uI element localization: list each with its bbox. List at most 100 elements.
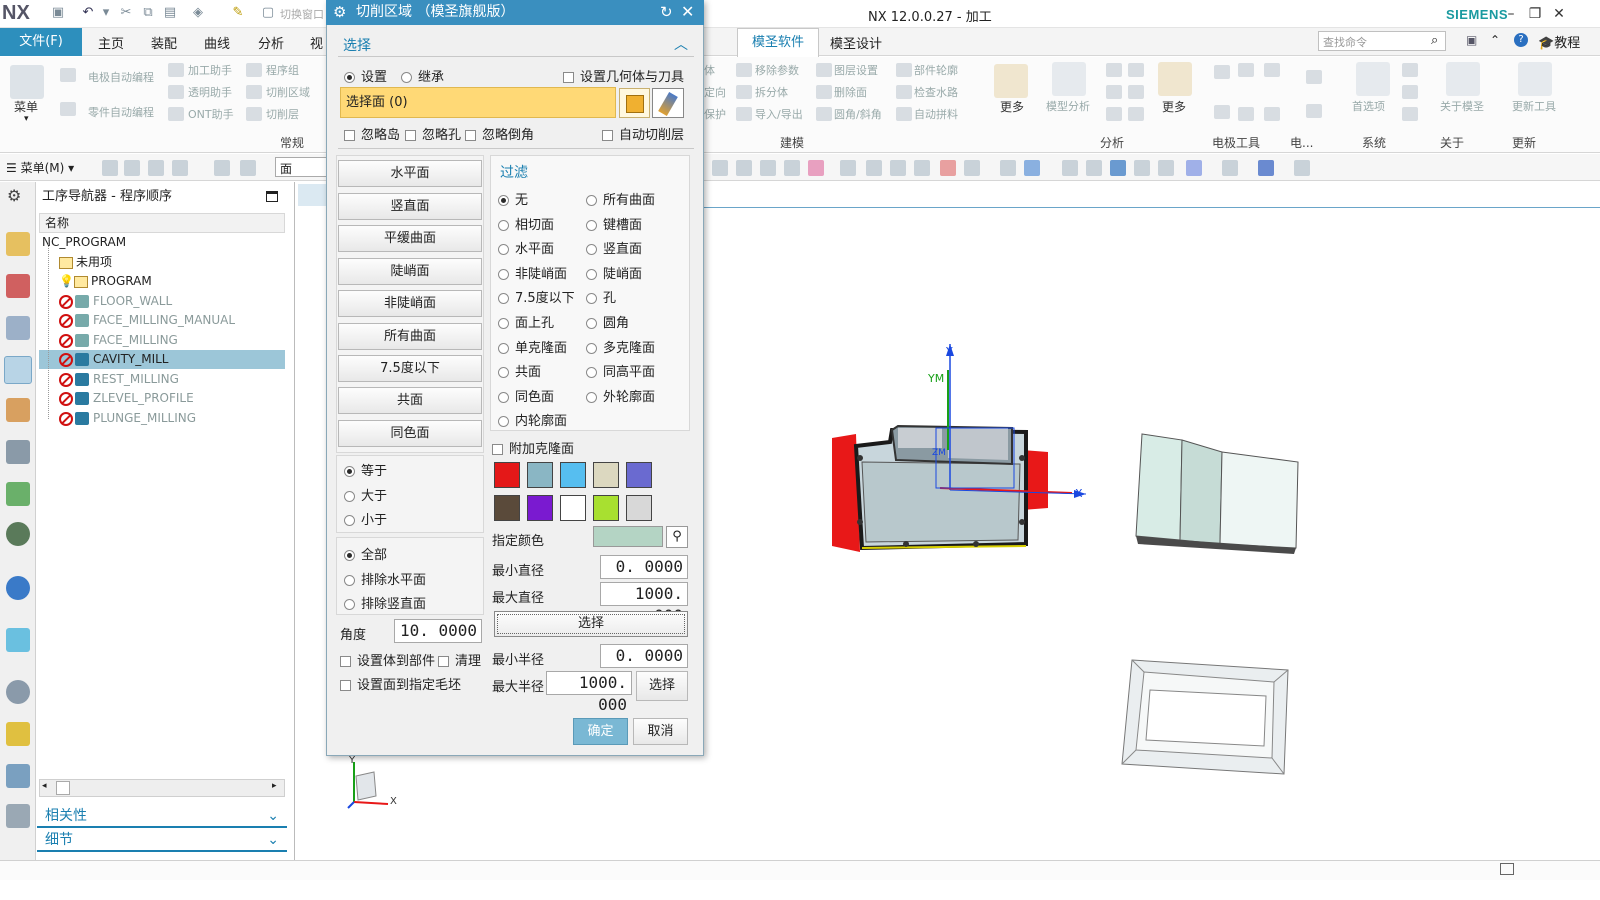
collapse-ribbon-icon[interactable]: ⌃ (1490, 33, 1500, 47)
checkbox-label[interactable]: 设置几何体与刀具 (580, 70, 684, 85)
toolbar-icon-23[interactable] (1134, 160, 1150, 176)
checkbox[interactable] (465, 130, 476, 141)
radio-label[interactable]: 所有曲面 (603, 193, 655, 208)
more-button-label[interactable]: 更多 (1000, 98, 1024, 115)
ribbon-auto-stock[interactable]: 自动拼料 (914, 106, 958, 122)
tab-moshen-design[interactable]: 模圣设计 (830, 33, 882, 52)
tree-item-label[interactable]: ZLEVEL_PROFILE (93, 391, 194, 405)
kg-icon[interactable] (1106, 63, 1122, 77)
tree-root[interactable]: NC_PROGRAM (39, 233, 285, 252)
checkbox[interactable] (563, 72, 574, 83)
select-face-field[interactable]: 选择面 (0) (340, 87, 616, 118)
ribbon-program-group[interactable]: 程序组 (266, 62, 299, 78)
restore-icon[interactable]: ❐ (1524, 4, 1546, 24)
radio-label[interactable]: 相切面 (515, 218, 554, 233)
toolbar-icon-21[interactable] (1086, 160, 1102, 176)
toolbar-icon-4[interactable] (172, 160, 188, 176)
tab-view[interactable]: 视 (310, 33, 323, 52)
solid-icon[interactable] (1106, 107, 1122, 121)
checkbox-label[interactable]: 清理 (455, 654, 481, 669)
block-model[interactable] (1130, 428, 1310, 558)
color-swatch[interactable] (560, 462, 586, 488)
radio-label[interactable]: 单克隆面 (515, 341, 567, 356)
measure-icon[interactable] (1106, 85, 1122, 99)
ribbon-transparent-assist[interactable]: 透明助手 (188, 84, 232, 100)
menu-dropdown-label[interactable]: 菜单(M) (21, 161, 65, 175)
radio-label[interactable]: 外轮廓面 (603, 390, 655, 405)
ribbon-about[interactable]: 关于模圣 (1440, 98, 1484, 114)
toolbar-icon-15[interactable] (914, 160, 930, 176)
electrode-tool-icon-1[interactable] (1214, 65, 1230, 79)
toolbar-icon-25[interactable] (1186, 160, 1202, 176)
maximize-panel-icon[interactable] (266, 191, 278, 202)
reuse-library-icon[interactable] (6, 440, 30, 464)
chevron-down-icon[interactable]: ▾ (24, 114, 29, 124)
toolbar-icon-19[interactable] (1024, 160, 1040, 176)
system-icon-1[interactable] (1402, 63, 1418, 77)
radio-label[interactable]: 圆角 (603, 316, 629, 331)
accordion-label[interactable]: 相关性 (45, 808, 87, 824)
color-swatch[interactable] (494, 462, 520, 488)
operation-nav-icon[interactable] (4, 356, 32, 384)
save-icon[interactable]: ▣ (50, 5, 66, 21)
ribbon-fillet-chamfer[interactable]: 圆角/斜角 (834, 106, 882, 122)
tab-home[interactable]: 主页 (98, 33, 124, 52)
eye-icon[interactable] (6, 522, 30, 546)
checkbox-label[interactable]: 忽略岛 (361, 128, 400, 143)
radio-label[interactable]: 内轮廓面 (515, 414, 567, 429)
chevron-down-icon[interactable]: ⌄ (267, 828, 279, 852)
copy-icon[interactable]: ⧉ (140, 5, 156, 21)
min-diameter-input[interactable]: 0. 0000 (600, 555, 688, 579)
radio-button[interactable] (498, 269, 509, 280)
tab-moshen-software[interactable]: 模圣软件 (737, 28, 819, 57)
help-circle-icon[interactable] (1402, 107, 1418, 121)
radio-label[interactable]: 等于 (361, 464, 387, 479)
ribbon-cut-area[interactable]: 切削区域 (266, 84, 310, 100)
minimize-icon[interactable]: – (1500, 4, 1522, 24)
radio-label[interactable]: 排除竖直面 (361, 597, 426, 612)
toolbar-icon-9[interactable] (760, 160, 776, 176)
radio-label[interactable]: 无 (515, 193, 528, 208)
arrow-icon[interactable] (1128, 107, 1144, 121)
btn-horizontal-face[interactable]: 水平面 (338, 160, 482, 187)
scrollbar-thumb[interactable] (56, 781, 70, 795)
max-radius-input[interactable]: 1000. 000 (546, 671, 632, 714)
radio-button[interactable] (498, 220, 509, 231)
window-icon[interactable]: ▣ (1466, 33, 1477, 47)
checkbox-label[interactable]: 忽略倒角 (482, 128, 534, 143)
horizontal-scrollbar[interactable] (39, 779, 285, 797)
ribbon-part-auto[interactable]: 零件自动编程 (88, 104, 154, 120)
tab-analysis[interactable]: 分析 (258, 33, 284, 52)
scroll-right-icon[interactable]: ▸ (272, 781, 277, 791)
radio-button[interactable] (498, 318, 509, 329)
more-analysis-label[interactable]: 更多 (1162, 98, 1186, 115)
btn-steep-face[interactable]: 陡峭面 (338, 258, 482, 285)
toolbar-icon-14[interactable] (890, 160, 906, 176)
radio-label[interactable]: 排除水平面 (361, 573, 426, 588)
file-menu-button[interactable]: 文件(F) (0, 28, 82, 56)
tree-item-label[interactable]: 未用项 (76, 255, 112, 269)
radio-button[interactable] (498, 416, 509, 427)
checkbox-label[interactable]: 设置面到指定毛坯 (357, 678, 461, 693)
radio-button[interactable] (586, 318, 597, 329)
radio-label[interactable]: 小于 (361, 513, 387, 528)
radio-label[interactable]: 共面 (515, 365, 541, 380)
electrode-tool-icon-7[interactable] (1306, 70, 1322, 84)
paste-icon[interactable]: ▤ (162, 5, 178, 21)
tree-item-label[interactable]: CAVITY_MILL (93, 352, 169, 366)
window-icon[interactable]: ▢ (260, 5, 276, 21)
machine-nav-icon[interactable] (6, 398, 30, 422)
menu-button-label[interactable]: 菜单 (14, 98, 38, 115)
checkbox-label[interactable]: 附加克隆面 (509, 442, 574, 457)
radio-button[interactable] (344, 72, 355, 83)
btn-below-7-5-degree[interactable]: 7.5度以下 (338, 355, 482, 382)
checkbox[interactable] (405, 130, 416, 141)
checkbox-label[interactable]: 自动切削层 (619, 128, 684, 143)
palette-icon[interactable] (6, 722, 30, 746)
repeat-icon[interactable]: ◈ (190, 5, 206, 21)
more-icon[interactable] (994, 64, 1028, 98)
btn-gentle-surface[interactable]: 平缓曲面 (338, 225, 482, 252)
more-analysis-icon[interactable] (1158, 62, 1192, 96)
part-nav-icon[interactable] (6, 316, 30, 340)
select-radius-button[interactable]: 选择 (636, 671, 688, 701)
